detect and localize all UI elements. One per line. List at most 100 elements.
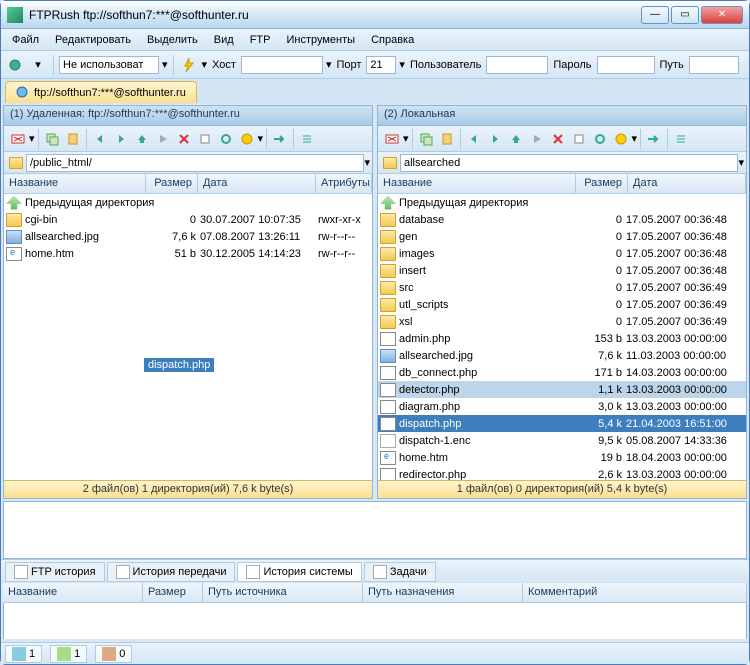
file-row[interactable]: allsearched.jpg7,6 k11.03.2003 00:00:00 — [378, 347, 746, 364]
col-name[interactable]: Название — [378, 174, 576, 193]
file-row[interactable]: db_connect.php171 b14.03.2003 00:00:00 — [378, 364, 746, 381]
paste-icon[interactable] — [63, 129, 83, 149]
file-row[interactable]: xsl017.05.2007 00:36:49 — [378, 313, 746, 330]
profile-select[interactable] — [59, 56, 159, 74]
file-row[interactable]: home.htm19 b18.04.2003 00:00:00 — [378, 449, 746, 466]
qcol-size[interactable]: Размер — [143, 583, 203, 602]
col-name[interactable]: Название — [4, 174, 146, 193]
play-icon[interactable] — [153, 129, 173, 149]
file-row[interactable]: dispatch-1.enc9,5 k05.08.2007 14:33:36 — [378, 432, 746, 449]
transfer-icon[interactable] — [644, 129, 664, 149]
tab-ftp-history[interactable]: FTP история — [5, 562, 105, 582]
tab-system-history[interactable]: История системы — [237, 562, 361, 582]
list-icon[interactable] — [671, 129, 691, 149]
file-row[interactable]: allsearched.jpg7,6 k07.08.2007 13:26:11r… — [4, 228, 372, 245]
delete-icon[interactable] — [174, 129, 194, 149]
next-icon[interactable] — [485, 129, 505, 149]
prev-icon[interactable] — [464, 129, 484, 149]
menu-view[interactable]: Вид — [207, 32, 241, 48]
qcol-dst[interactable]: Путь назначения — [363, 583, 523, 602]
prev-icon[interactable] — [90, 129, 110, 149]
up-icon[interactable] — [506, 129, 526, 149]
qcol-name[interactable]: Название — [3, 583, 143, 602]
file-row[interactable]: detector.php1,1 k13.03.2003 00:00:00 — [378, 381, 746, 398]
up-icon[interactable] — [132, 129, 152, 149]
file-size: 5,4 k — [576, 418, 626, 430]
pass-input[interactable] — [597, 56, 655, 74]
qcol-comment[interactable]: Комментарий — [523, 583, 747, 602]
host-input[interactable] — [241, 56, 323, 74]
maximize-button[interactable]: ▭ — [671, 6, 699, 24]
menu-tools[interactable]: Инструменты — [279, 32, 362, 48]
tab-tasks[interactable]: Задачи — [364, 562, 436, 582]
remote-path-input[interactable] — [26, 154, 364, 172]
local-path-input[interactable] — [400, 154, 738, 172]
file-row[interactable]: database017.05.2007 00:36:48 — [378, 211, 746, 228]
local-file-list[interactable]: Предыдущая директорияdatabase017.05.2007… — [378, 194, 746, 480]
parent-dir-row[interactable]: Предыдущая директория — [4, 194, 372, 211]
col-attr[interactable]: Атрибуты — [316, 174, 372, 193]
delete-icon[interactable] — [548, 129, 568, 149]
folder-icon[interactable] — [380, 153, 400, 173]
file-row[interactable]: admin.php153 b13.03.2003 00:00:00 — [378, 330, 746, 347]
remote-file-list[interactable]: Предыдущая директорияcgi-bin030.07.2007 … — [4, 194, 372, 480]
file-row[interactable]: dispatch.php5,4 k21.04.2003 16:51:00 — [378, 415, 746, 432]
disconnect-icon[interactable] — [8, 129, 28, 149]
edit-icon[interactable] — [195, 129, 215, 149]
file-row[interactable]: diagram.php3,0 k13.03.2003 00:00:00 — [378, 398, 746, 415]
qcol-src[interactable]: Путь источника — [203, 583, 363, 602]
close-button[interactable]: ✕ — [701, 6, 743, 24]
file-row[interactable]: gen017.05.2007 00:36:48 — [378, 228, 746, 245]
file-date: 11.03.2003 00:00:00 — [626, 350, 744, 362]
file-row[interactable]: images017.05.2007 00:36:48 — [378, 245, 746, 262]
stop-icon[interactable] — [611, 129, 631, 149]
file-row[interactable]: cgi-bin030.07.2007 10:07:35rwxr-xr-x — [4, 211, 372, 228]
minimize-button[interactable]: — — [641, 6, 669, 24]
connect-icon[interactable] — [5, 55, 25, 75]
edit-icon[interactable] — [569, 129, 589, 149]
copy-icon[interactable] — [42, 129, 62, 149]
refresh-icon[interactable] — [590, 129, 610, 149]
lightning-icon[interactable] — [179, 55, 199, 75]
file-row[interactable]: redirector.php2,6 k13.03.2003 00:00:00 — [378, 466, 746, 480]
user-input[interactable] — [486, 56, 548, 74]
log-area[interactable] — [3, 501, 747, 559]
path-input[interactable] — [689, 56, 739, 74]
session-tab[interactable]: ftp://softhun7:***@softhunter.ru — [5, 81, 197, 103]
parent-dir-row[interactable]: Предыдущая директория — [378, 194, 746, 211]
dropdown-icon[interactable]: ▾ — [28, 55, 48, 75]
menu-edit[interactable]: Редактировать — [48, 32, 138, 48]
col-size[interactable]: Размер — [146, 174, 198, 193]
stop-icon[interactable] — [237, 129, 257, 149]
queue-list[interactable] — [3, 603, 747, 639]
fold-icon — [380, 281, 396, 295]
menu-help[interactable]: Справка — [364, 32, 421, 48]
sb-item-2[interactable]: 1 — [50, 645, 87, 663]
sb-item-1[interactable]: 1 — [5, 645, 42, 663]
tab-transfer-history[interactable]: История передачи — [107, 562, 236, 582]
transfer-icon[interactable] — [270, 129, 290, 149]
col-size[interactable]: Размер — [576, 174, 628, 193]
sb-item-3[interactable]: 0 — [95, 645, 132, 663]
menu-select[interactable]: Выделить — [140, 32, 205, 48]
next-icon[interactable] — [111, 129, 131, 149]
file-size: 51 b — [150, 248, 200, 260]
menu-file[interactable]: Файл — [5, 32, 46, 48]
col-date[interactable]: Дата — [198, 174, 316, 193]
copy-icon[interactable] — [416, 129, 436, 149]
file-row[interactable]: home.htm51 b30.12.2005 14:14:23rw-r--r-- — [4, 245, 372, 262]
list-icon[interactable] — [297, 129, 317, 149]
file-row[interactable]: src017.05.2007 00:36:49 — [378, 279, 746, 296]
refresh-icon[interactable] — [216, 129, 236, 149]
col-date[interactable]: Дата — [628, 174, 746, 193]
folder-icon[interactable] — [6, 153, 26, 173]
file-size: 7,6 k — [576, 350, 626, 362]
file-row[interactable]: insert017.05.2007 00:36:48 — [378, 262, 746, 279]
window-title: FTPRush ftp://softhun7:***@softhunter.ru — [29, 8, 641, 22]
port-input[interactable] — [366, 56, 396, 74]
file-row[interactable]: utl_scripts017.05.2007 00:36:49 — [378, 296, 746, 313]
play-icon[interactable] — [527, 129, 547, 149]
disconnect-icon[interactable] — [382, 129, 402, 149]
paste-icon[interactable] — [437, 129, 457, 149]
menu-ftp[interactable]: FTP — [243, 32, 278, 48]
